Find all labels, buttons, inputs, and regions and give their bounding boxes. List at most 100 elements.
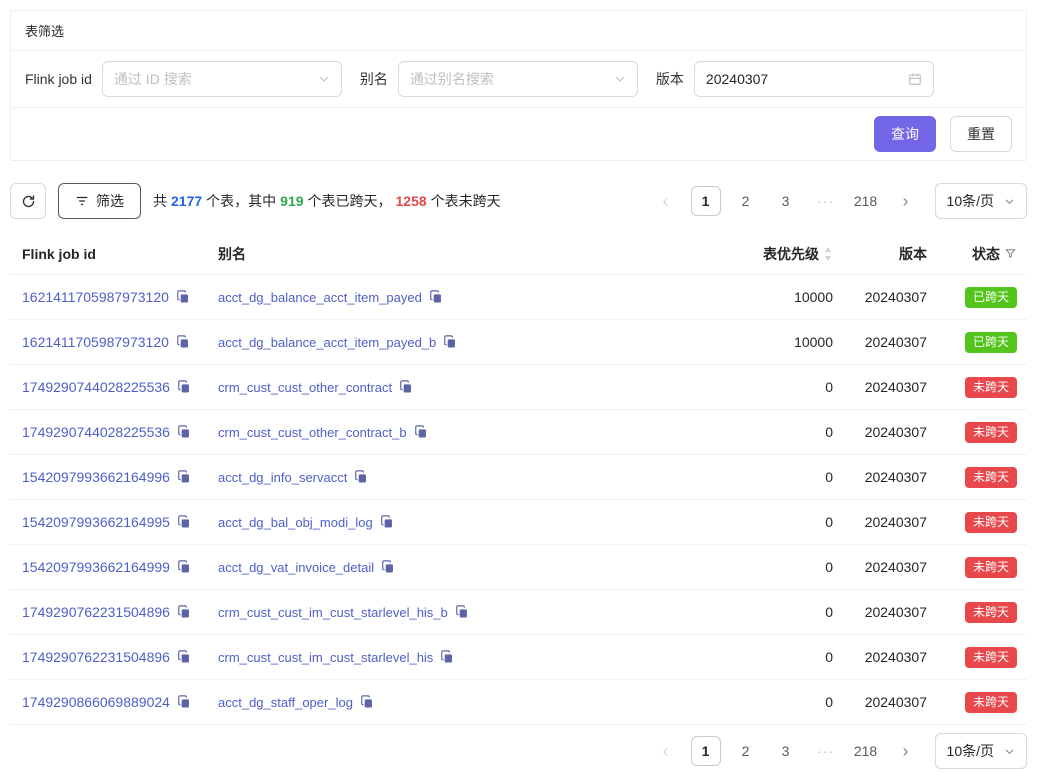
priority-cell: 10000 <box>691 289 841 305</box>
table-header: Flink job id 别名 表优先级 版本 状态 <box>10 233 1027 275</box>
priority-cell: 10000 <box>691 334 841 350</box>
job-id-link[interactable]: 1749290762231504896 <box>22 649 170 665</box>
chevron-down-icon <box>614 73 626 85</box>
copy-icon[interactable] <box>177 515 191 529</box>
alias-label: 别名 <box>360 69 388 89</box>
page-button-1[interactable]: 1 <box>691 736 721 766</box>
column-filter-icon[interactable] <box>1004 247 1017 260</box>
alias-select[interactable]: 通过别名搜索 <box>398 61 638 97</box>
page-button-2[interactable]: 2 <box>731 186 761 216</box>
flink-job-id-label: Flink job id <box>25 71 92 87</box>
version-date-value: 20240307 <box>706 71 768 87</box>
page-button-218[interactable]: 218 <box>851 186 881 216</box>
prev-page-button[interactable]: ‹ <box>651 736 681 766</box>
next-page-button[interactable]: › <box>891 736 921 766</box>
sort-icon[interactable] <box>823 246 833 262</box>
table-row: 1749290744028225536 crm_cust_cust_other_… <box>10 365 1027 410</box>
version-date-input[interactable]: 20240307 <box>694 61 934 97</box>
table-row: 1749290744028225536 crm_cust_cust_other_… <box>10 410 1027 455</box>
copy-icon[interactable] <box>443 335 457 349</box>
copy-icon[interactable] <box>177 380 191 394</box>
copy-icon[interactable] <box>177 605 191 619</box>
toolbar: 筛选 共 2177 个表，其中 919 个表已跨天， 1258 个表未跨天 ‹1… <box>10 183 1027 219</box>
summary-uncrossed-count: 1258 <box>396 193 427 209</box>
priority-cell: 0 <box>691 604 841 620</box>
summary-text: 个表已跨天， <box>308 191 392 211</box>
alias-link[interactable]: crm_cust_cust_other_contract <box>218 380 392 395</box>
job-id-link[interactable]: 1749290744028225536 <box>22 424 170 440</box>
refresh-icon <box>21 194 36 209</box>
job-id-link[interactable]: 1621411705987973120 <box>22 289 169 305</box>
filter-toggle-label: 筛选 <box>96 191 124 211</box>
copy-icon[interactable] <box>177 560 191 574</box>
copy-icon[interactable] <box>399 380 413 394</box>
chevron-down-icon <box>1004 746 1015 757</box>
page-button-1[interactable]: 1 <box>691 186 721 216</box>
alias-link[interactable]: acct_dg_bal_obj_modi_log <box>218 515 373 530</box>
status-badge: 未跨天 <box>965 647 1017 668</box>
alias-link[interactable]: acct_dg_info_servacct <box>218 470 347 485</box>
page-button-218[interactable]: 218 <box>851 736 881 766</box>
page-size-select[interactable]: 10条/页 <box>935 733 1027 769</box>
copy-icon[interactable] <box>380 515 394 529</box>
page-size-select[interactable]: 10条/页 <box>935 183 1027 219</box>
top-pagination: ‹ 123 ··· 218 › 10条/页 <box>651 183 1027 219</box>
page-button-3[interactable]: 3 <box>771 736 801 766</box>
status-header-label: 状态 <box>972 244 1000 264</box>
copy-icon[interactable] <box>381 560 395 574</box>
prev-page-button[interactable]: ‹ <box>651 186 681 216</box>
copy-icon[interactable] <box>440 650 454 664</box>
reset-button[interactable]: 重置 <box>950 116 1012 152</box>
flink-job-id-select[interactable]: 通过 ID 搜索 <box>102 61 342 97</box>
alias-link[interactable]: acct_dg_balance_acct_item_payed <box>218 290 422 305</box>
alias-link[interactable]: acct_dg_vat_invoice_detail <box>218 560 374 575</box>
copy-icon[interactable] <box>455 605 469 619</box>
pager-ellipsis[interactable]: ··· <box>811 186 841 216</box>
status-badge: 未跨天 <box>965 467 1017 488</box>
alias-link[interactable]: crm_cust_cust_im_cust_starlevel_his <box>218 650 433 665</box>
refresh-button[interactable] <box>10 183 46 219</box>
flink-job-id-placeholder: 通过 ID 搜索 <box>114 69 192 89</box>
job-id-link[interactable]: 1542097993662164999 <box>22 559 170 575</box>
copy-icon[interactable] <box>360 695 374 709</box>
priority-cell: 0 <box>691 424 841 440</box>
filter-card-title: 表筛选 <box>11 11 1026 51</box>
copy-icon[interactable] <box>176 290 190 304</box>
copy-icon[interactable] <box>354 470 368 484</box>
copy-icon[interactable] <box>177 650 191 664</box>
alias-link[interactable]: crm_cust_cust_im_cust_starlevel_his_b <box>218 605 448 620</box>
copy-icon[interactable] <box>177 470 191 484</box>
page-button-2[interactable]: 2 <box>731 736 761 766</box>
copy-icon[interactable] <box>176 335 190 349</box>
copy-icon[interactable] <box>177 695 191 709</box>
next-page-button[interactable]: › <box>891 186 921 216</box>
job-id-link[interactable]: 1749290762231504896 <box>22 604 170 620</box>
priority-cell: 0 <box>691 514 841 530</box>
alias-link[interactable]: crm_cust_cust_other_contract_b <box>218 425 407 440</box>
alias-link[interactable]: acct_dg_staff_oper_log <box>218 695 353 710</box>
job-id-link[interactable]: 1749290866069889024 <box>22 694 170 710</box>
priority-header-label: 表优先级 <box>763 244 819 264</box>
column-header-priority[interactable]: 表优先级 <box>691 244 841 264</box>
summary-total-count: 2177 <box>171 193 202 209</box>
summary-crossed-count: 919 <box>280 193 303 209</box>
filter-card: 表筛选 Flink job id 通过 ID 搜索 别名 通过别名搜索 版本 <box>10 10 1027 161</box>
column-header-status: 状态 <box>927 244 1027 264</box>
field-flink-job-id: Flink job id 通过 ID 搜索 <box>25 61 342 97</box>
copy-icon[interactable] <box>414 425 428 439</box>
status-badge: 未跨天 <box>965 692 1017 713</box>
copy-icon[interactable] <box>429 290 443 304</box>
alias-link[interactable]: acct_dg_balance_acct_item_payed_b <box>218 335 436 350</box>
job-id-link[interactable]: 1749290744028225536 <box>22 379 170 395</box>
job-id-link[interactable]: 1542097993662164996 <box>22 469 170 485</box>
filter-toggle-button[interactable]: 筛选 <box>58 183 141 219</box>
copy-icon[interactable] <box>177 425 191 439</box>
query-button[interactable]: 查询 <box>874 116 936 152</box>
pager-ellipsis[interactable]: ··· <box>811 736 841 766</box>
job-id-link[interactable]: 1542097993662164995 <box>22 514 170 530</box>
page-button-3[interactable]: 3 <box>771 186 801 216</box>
table-row: 1542097993662164995 acct_dg_bal_obj_modi… <box>10 500 1027 545</box>
priority-cell: 0 <box>691 469 841 485</box>
table-body: 1621411705987973120 acct_dg_balance_acct… <box>10 275 1027 725</box>
job-id-link[interactable]: 1621411705987973120 <box>22 334 169 350</box>
